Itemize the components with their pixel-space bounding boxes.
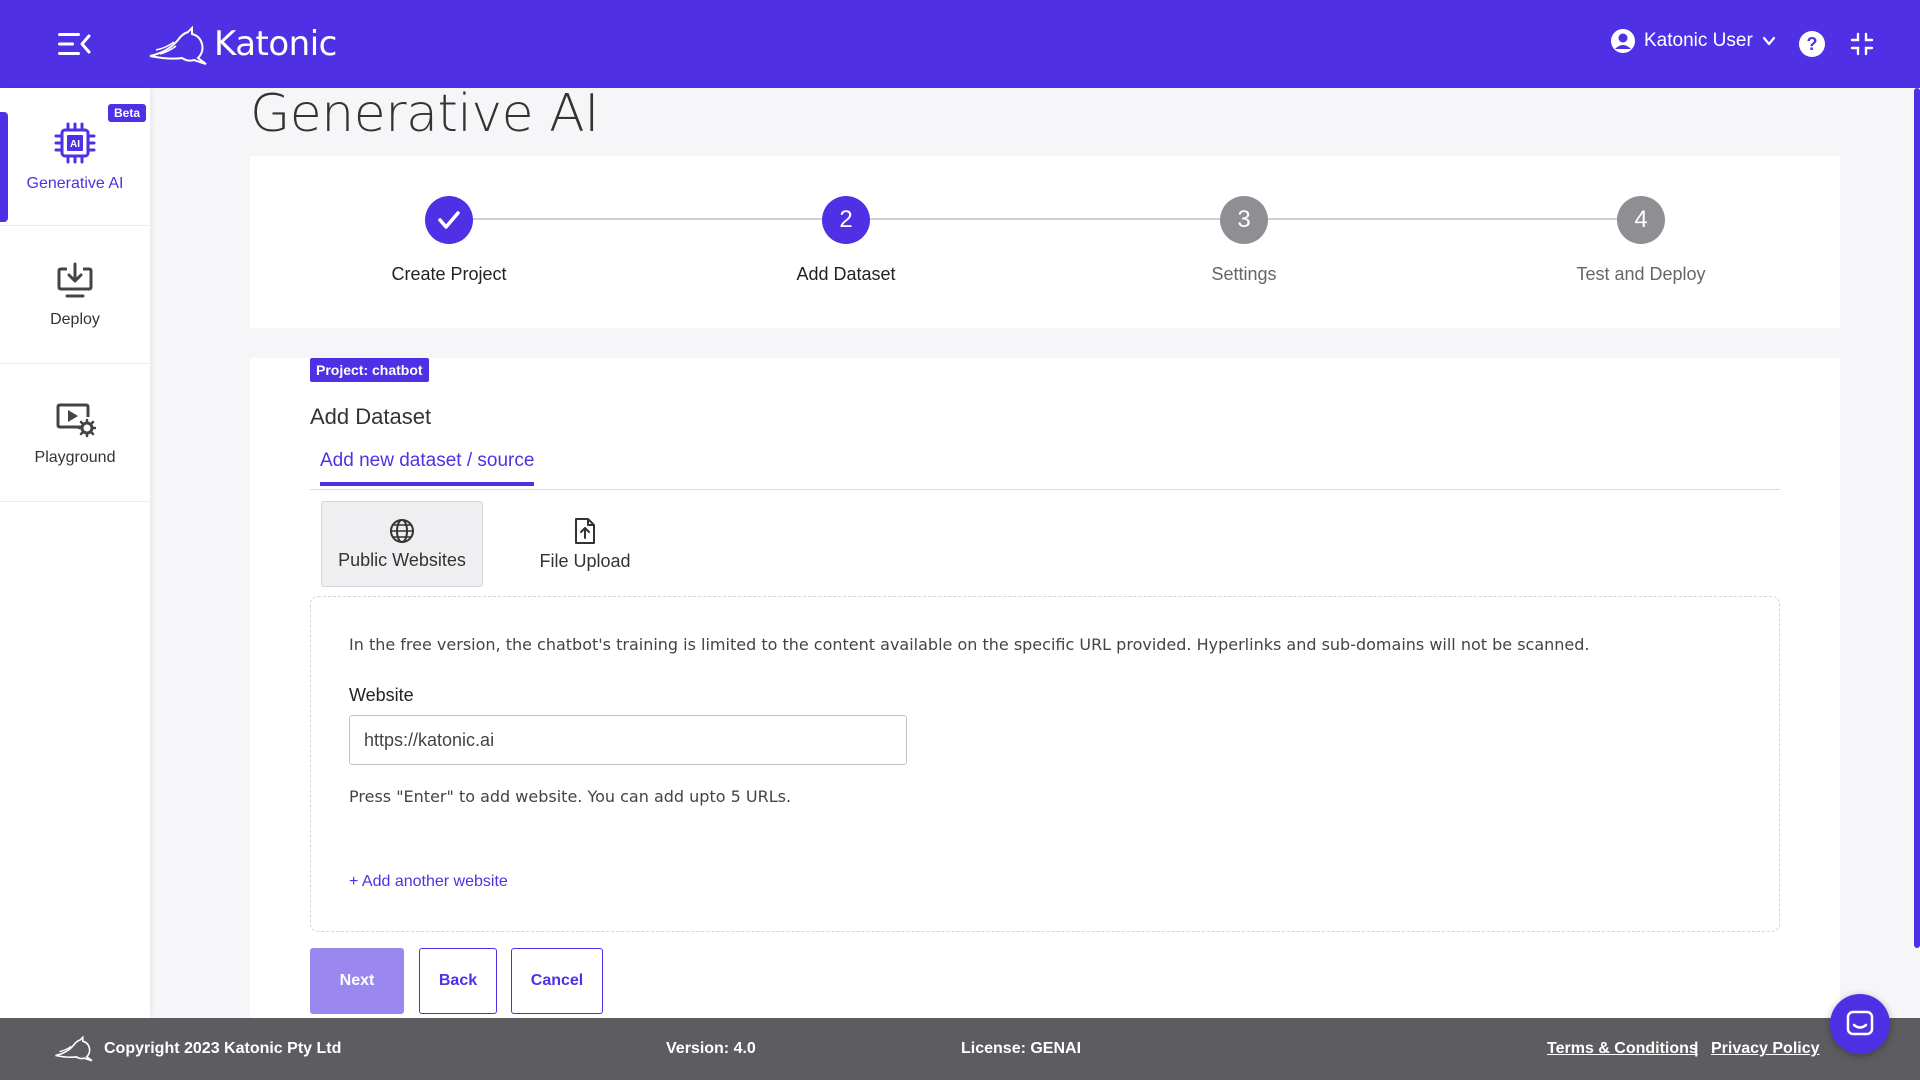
chat-support-button[interactable] <box>1830 994 1890 1054</box>
step-number: 2 <box>822 196 870 244</box>
section-title: Add Dataset <box>310 404 432 429</box>
footer-separator: | <box>1694 1040 1699 1057</box>
step-settings: 3 Settings <box>1124 196 1364 285</box>
source-label: Public Websites <box>338 549 466 570</box>
beta-badge: Beta <box>107 104 146 122</box>
sidebar: Beta AI Generative AI Deploy Playground <box>0 88 150 1018</box>
page-title: Generative AI <box>250 84 600 144</box>
step-label: Create Project <box>391 264 507 284</box>
exit-fullscreen-icon[interactable] <box>1850 32 1874 56</box>
user-name: Katonic User <box>1644 30 1753 51</box>
step-create-project: Create Project <box>329 196 569 285</box>
sidebar-item-playground[interactable]: Playground <box>0 364 150 502</box>
privacy-policy-link[interactable]: Privacy Policy <box>1711 1040 1820 1058</box>
dataset-tabs: Add new dataset / source <box>310 450 1780 490</box>
top-header: Katonic Katonic User ? <box>0 0 1920 88</box>
back-button[interactable]: Back <box>419 948 497 1014</box>
step-label: Test and Deploy <box>1576 264 1706 284</box>
website-form: In the free version, the chatbot's train… <box>310 596 1780 932</box>
ai-chip-icon: AI <box>54 122 96 163</box>
version-text: Version: 4.0 <box>666 1040 756 1057</box>
project-badge: Project: chatbot <box>310 358 429 382</box>
page-scrollbar[interactable] <box>1914 88 1920 948</box>
sidebar-item-deploy[interactable]: Deploy <box>0 226 150 364</box>
website-hint: Press "Enter" to add website. You can ad… <box>349 787 792 806</box>
tab-add-new-dataset[interactable]: Add new dataset / source <box>320 450 535 486</box>
chevron-down-icon <box>1762 36 1775 46</box>
user-menu[interactable]: Katonic User <box>1610 28 1777 54</box>
globe-icon <box>390 518 414 543</box>
deploy-icon <box>57 262 93 297</box>
menu-collapse-icon[interactable] <box>56 30 92 58</box>
step-label: Settings <box>1211 264 1277 284</box>
brand-name: Katonic <box>214 24 337 64</box>
file-upload-button[interactable]: File Upload <box>504 501 666 587</box>
dataset-card: Project: chatbot Add Dataset Add new dat… <box>250 358 1840 1020</box>
license-text: License: GENAI <box>961 1040 1082 1057</box>
public-websites-button[interactable]: Public Websites <box>321 501 483 587</box>
file-upload-icon <box>575 517 595 544</box>
copyright-text: Copyright 2023 Katonic Pty Ltd <box>104 1040 342 1057</box>
kangaroo-logo-icon <box>55 1036 93 1062</box>
source-label: File Upload <box>539 550 631 571</box>
step-number: 3 <box>1220 196 1268 244</box>
sidebar-item-label: Deploy <box>50 310 100 328</box>
stepper: Create Project 2 Add Dataset 3 Settings … <box>250 156 1840 328</box>
user-avatar-icon <box>1611 29 1635 53</box>
free-version-info: In the free version, the chatbot's train… <box>349 635 1590 654</box>
katonic-logo[interactable]: Katonic <box>148 22 337 66</box>
cancel-button[interactable]: Cancel <box>511 948 603 1014</box>
svg-text:?: ? <box>1807 34 1818 54</box>
website-label: Website <box>349 685 414 705</box>
add-another-website-link[interactable]: + Add another website <box>349 873 508 891</box>
sidebar-item-label: Playground <box>34 448 116 466</box>
terms-link[interactable]: Terms & Conditions <box>1547 1040 1698 1058</box>
step-done-check-icon <box>425 196 473 244</box>
step-add-dataset: 2 Add Dataset <box>726 196 966 285</box>
sidebar-item-label: Generative AI <box>26 174 124 192</box>
sidebar-item-generative-ai[interactable]: Beta AI Generative AI <box>0 88 150 226</box>
step-test-and-deploy: 4 Test and Deploy <box>1521 196 1761 285</box>
svg-text:AI: AI <box>70 139 80 150</box>
playground-icon <box>56 403 96 437</box>
step-number: 4 <box>1617 196 1665 244</box>
chat-icon <box>1846 1010 1874 1036</box>
next-button[interactable]: Next <box>310 948 404 1014</box>
kangaroo-logo-icon <box>149 26 207 65</box>
footer: Copyright 2023 Katonic Pty Ltd Version: … <box>0 1018 1920 1080</box>
step-label: Add Dataset <box>796 264 896 284</box>
help-icon[interactable]: ? <box>1798 30 1826 58</box>
step-connector <box>465 218 1625 220</box>
website-input[interactable] <box>349 715 907 765</box>
